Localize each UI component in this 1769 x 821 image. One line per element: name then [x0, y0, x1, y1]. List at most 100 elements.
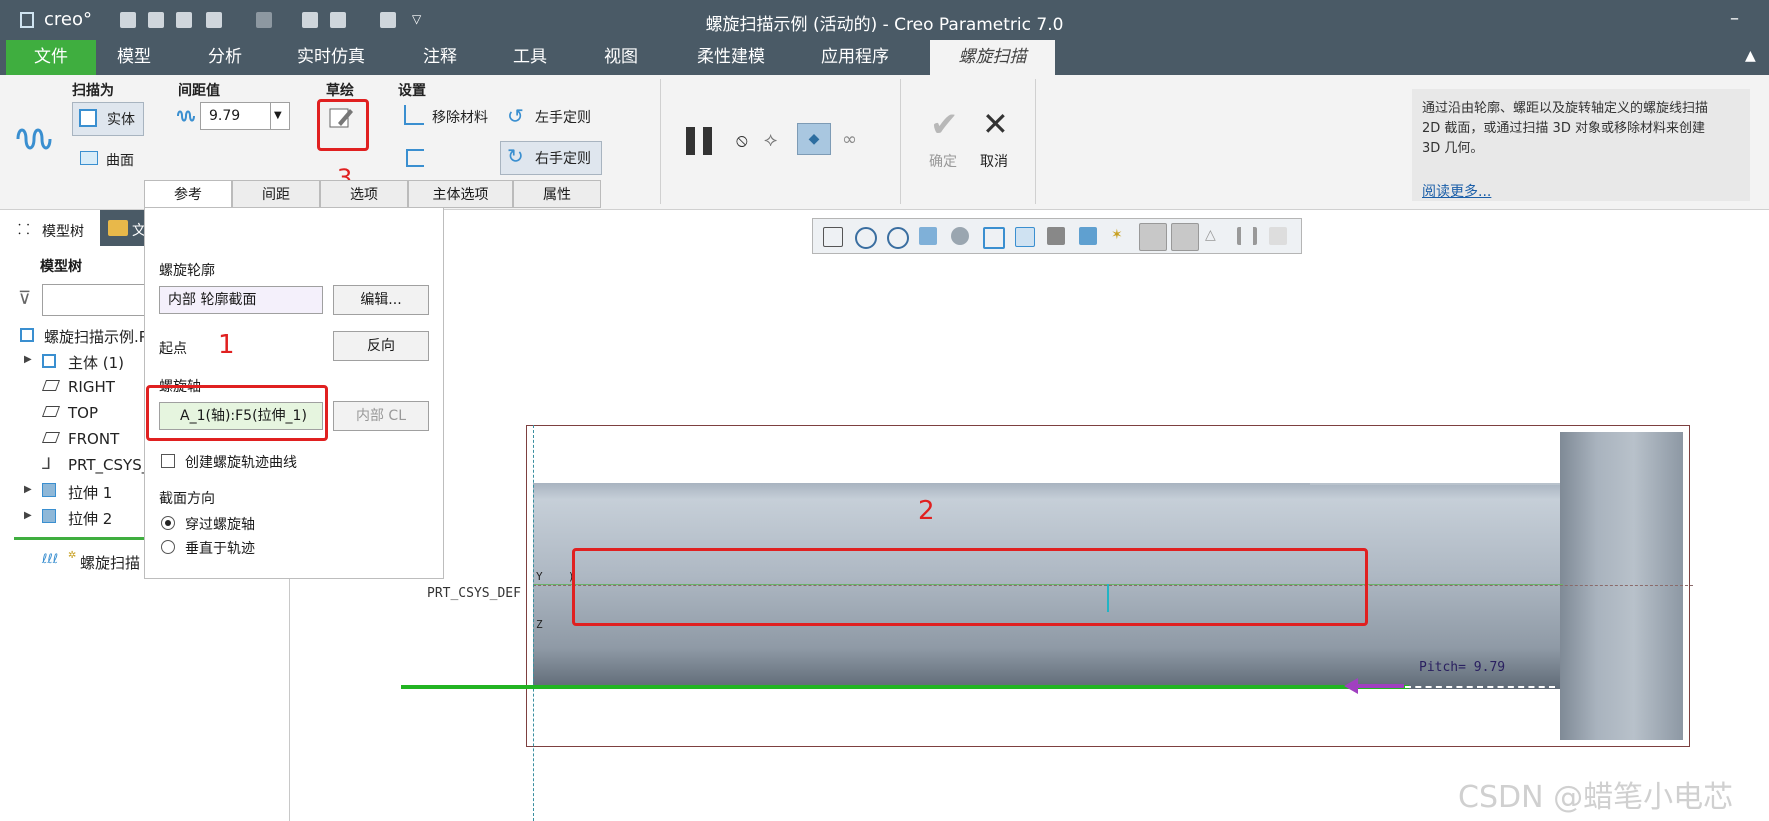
new-feature-star-icon: ✲: [68, 550, 77, 561]
right-hand-rule-button[interactable]: ↻ 右手定则: [500, 141, 602, 175]
pause-animation-icon[interactable]: [1237, 227, 1257, 245]
radio-through-axis[interactable]: [161, 516, 175, 530]
edit-button[interactable]: 编辑...: [333, 285, 429, 315]
pitch-input[interactable]: 9.79: [200, 102, 272, 130]
watermark: CSDN @蜡笔小电芯: [1458, 780, 1734, 815]
tree-item-top[interactable]: TOP: [68, 404, 98, 422]
filter-icon[interactable]: ⊽: [18, 288, 31, 309]
interference-icon[interactable]: △: [1205, 227, 1223, 245]
refit-icon[interactable]: [823, 227, 843, 247]
cancel-button[interactable]: ✕ 取消: [976, 105, 1020, 173]
tree-item-body[interactable]: 主体 (1): [68, 352, 124, 373]
verify-mode-icon[interactable]: ◆: [797, 123, 831, 155]
datum-plane-icon: [41, 380, 61, 391]
section-icon[interactable]: [1079, 227, 1097, 245]
read-more-link[interactable]: 阅读更多...: [1422, 181, 1491, 201]
shaft-head[interactable]: [1560, 432, 1683, 740]
flag-icon[interactable]: [1269, 227, 1287, 245]
tree-item-extrude-1[interactable]: 拉伸 1: [68, 482, 112, 503]
left-hand-rule-button[interactable]: ↺ 左手定则: [505, 103, 605, 131]
part-icon: [20, 328, 34, 342]
tree-search-input[interactable]: [42, 284, 152, 316]
tree-header: 模型树: [40, 259, 82, 275]
ribbon-separator-2: [900, 79, 901, 204]
settings-label: 设置: [398, 83, 426, 99]
annotation-display-icon[interactable]: [1139, 223, 1167, 251]
zoom-out-icon[interactable]: [887, 227, 909, 249]
option-through-axis[interactable]: 穿过螺旋轴: [185, 514, 255, 534]
radio-dot: [165, 520, 171, 526]
preview-geometry-icon[interactable]: ⟡: [764, 127, 777, 151]
tree-item-helical-sweep[interactable]: 螺旋扫描: [80, 552, 140, 573]
expand-icon[interactable]: ▶: [24, 354, 32, 365]
ribbon-separator: [660, 79, 661, 204]
trajectory-line[interactable]: [401, 685, 1409, 689]
menu-tools[interactable]: 工具: [513, 40, 547, 75]
view-manager-icon[interactable]: [1015, 227, 1035, 247]
tab-body-options[interactable]: 主体选项: [408, 180, 513, 208]
csys-label: PRT_CSYS_DEF: [427, 586, 521, 601]
menu-helical-sweep[interactable]: 螺旋扫描: [930, 40, 1055, 75]
expand-icon[interactable]: ▶: [24, 484, 32, 495]
internal-cl-button[interactable]: 内部 CL: [333, 401, 429, 431]
reverse-button[interactable]: 反向: [333, 331, 429, 361]
highlight-box-1: [146, 385, 328, 441]
tree-item-extrude-2[interactable]: 拉伸 2: [68, 508, 112, 529]
highlight-box-2: [572, 548, 1368, 626]
menu-model[interactable]: 模型: [117, 40, 151, 75]
glasses-icon[interactable]: ∞: [842, 129, 857, 150]
menu-bar: 文件 模型 分析 实时仿真 注释 工具 视图 柔性建模 应用程序 螺旋扫描 ▲: [0, 40, 1769, 75]
saved-orientations-icon[interactable]: [983, 227, 1005, 249]
tree-item-part[interactable]: 螺旋扫描示例.P: [44, 326, 148, 347]
solid-button[interactable]: 实体: [72, 102, 144, 136]
annotation-1: 1: [218, 330, 235, 360]
tab-options[interactable]: 选项: [320, 180, 408, 208]
tree-tab-files[interactable]: 文: [100, 210, 146, 246]
tree-item-front[interactable]: FRONT: [68, 430, 119, 448]
axis-y-label: Y: [536, 570, 543, 583]
tab-references[interactable]: 参考: [144, 180, 232, 208]
perspective-icon[interactable]: [1047, 227, 1065, 245]
pause-icon[interactable]: [686, 127, 712, 155]
menu-annotate[interactable]: 注释: [423, 40, 457, 75]
expand-icon[interactable]: ▶: [24, 510, 32, 521]
datum-plane-icon: [41, 406, 61, 417]
pitch-dropdown-button[interactable]: ▼: [270, 102, 290, 130]
minimize-icon[interactable]: –: [1730, 8, 1739, 29]
title-bar: creo° ▽ 螺旋扫描示例 (活动的) - Creo Parametric 7…: [0, 0, 1769, 40]
section-direction-label: 截面方向: [159, 491, 215, 507]
tree-item-right[interactable]: RIGHT: [68, 378, 115, 396]
tree-item-csys[interactable]: PRT_CSYS_: [68, 456, 149, 474]
surface-icon: [80, 151, 98, 165]
tab-properties[interactable]: 属性: [513, 180, 601, 208]
create-curve-checkbox[interactable]: [161, 454, 175, 468]
no-preview-icon[interactable]: ⦸: [736, 130, 748, 151]
left-hand-icon: ↺: [507, 104, 524, 128]
radio-normal-trajectory[interactable]: [161, 540, 175, 554]
datum-display-icon[interactable]: ✶: [1111, 227, 1129, 245]
remove-material-button[interactable]: 移除材料: [402, 103, 498, 131]
menu-simulation[interactable]: 实时仿真: [297, 40, 365, 75]
menu-flexible[interactable]: 柔性建模: [697, 40, 765, 75]
option-normal-trajectory[interactable]: 垂直于轨迹: [185, 538, 255, 558]
close-icon: ✕: [982, 105, 1009, 143]
profile-label: 螺旋轮廓: [159, 263, 215, 279]
tree-tab-model[interactable]: ⸬ 模型树: [16, 218, 96, 244]
display-style-icon[interactable]: [951, 227, 969, 245]
checkmark-icon: ✔: [930, 105, 959, 145]
collapse-ribbon-icon[interactable]: ▲: [1745, 48, 1756, 64]
menu-applications[interactable]: 应用程序: [821, 40, 889, 75]
axis-z-label: Z: [536, 618, 543, 631]
pitch-dimension-label[interactable]: Pitch= 9.79: [1419, 660, 1505, 675]
menu-file[interactable]: 文件: [6, 40, 96, 75]
repaint-icon[interactable]: [919, 227, 937, 245]
zoom-in-icon[interactable]: [855, 227, 877, 249]
profile-field[interactable]: 内部 轮廓截面: [159, 286, 323, 314]
confirm-button[interactable]: ✔ 确定: [924, 105, 968, 173]
tab-pitch[interactable]: 间距: [232, 180, 320, 208]
spin-center-icon[interactable]: [1171, 223, 1199, 251]
menu-view[interactable]: 视图: [604, 40, 638, 75]
thicken-icon[interactable]: [406, 149, 424, 167]
menu-analysis[interactable]: 分析: [208, 40, 242, 75]
surface-button[interactable]: 曲面: [78, 148, 148, 172]
